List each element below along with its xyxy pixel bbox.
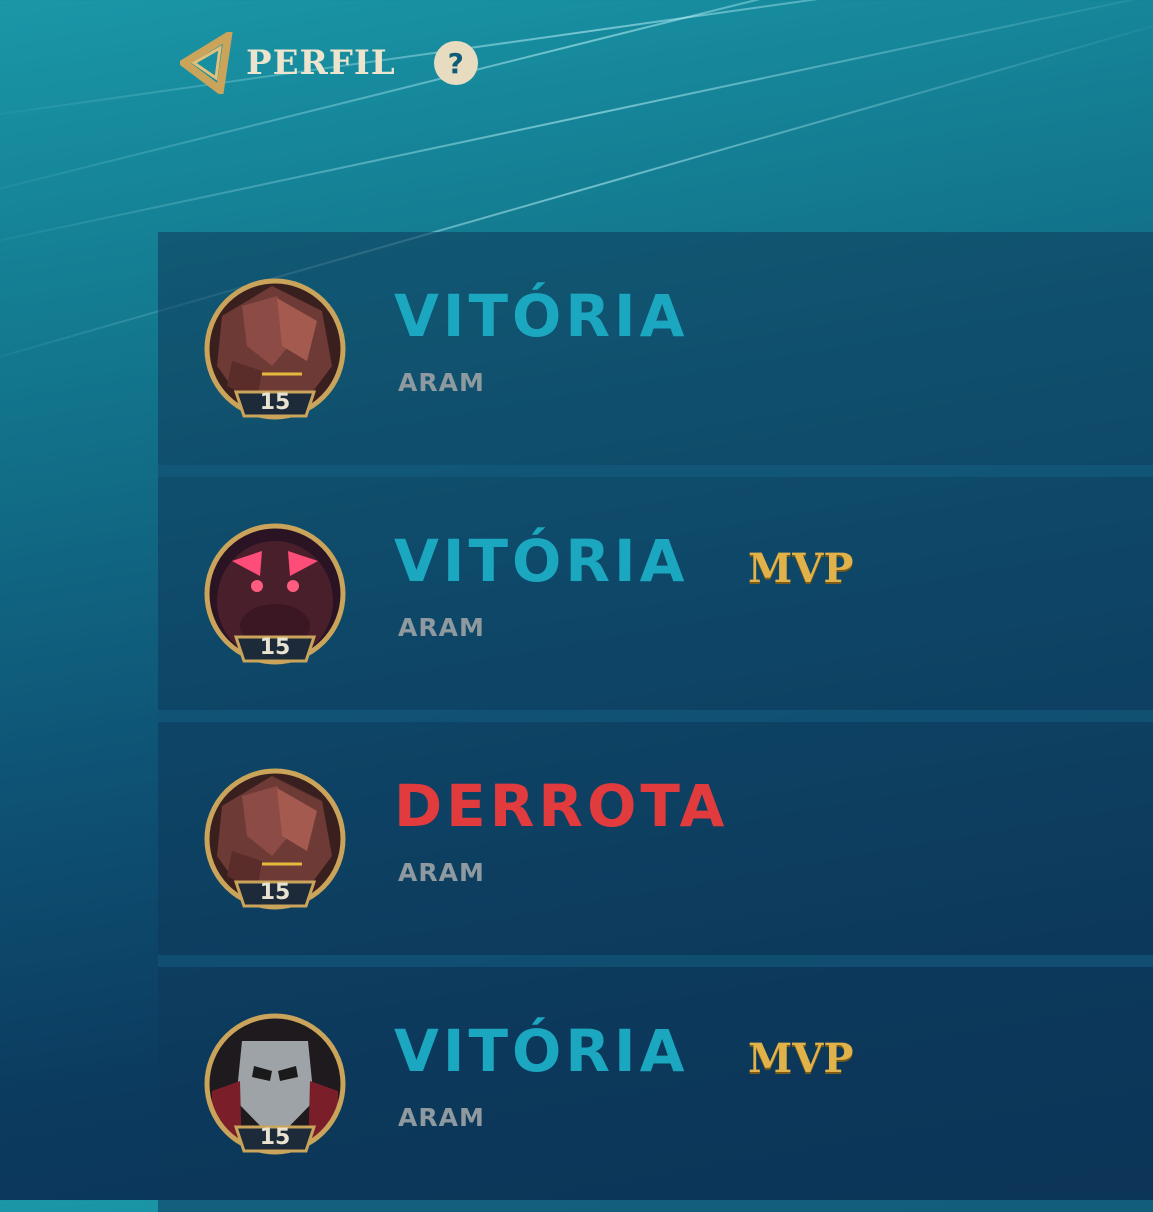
mvp-badge: MVP xyxy=(748,545,854,592)
match-result: VITÓRIA xyxy=(394,527,689,595)
match-row[interactable]: 15 VITÓRIA ARAM xyxy=(158,232,1153,477)
page-title: PERFIL xyxy=(246,43,396,83)
back-arrow-icon[interactable] xyxy=(180,32,238,94)
game-mode: ARAM xyxy=(398,613,485,642)
match-result: DERROTA xyxy=(394,772,729,840)
game-mode: ARAM xyxy=(398,858,485,887)
match-result: VITÓRIA xyxy=(394,1017,689,1085)
champion-level: 15 xyxy=(259,880,291,905)
background-streak xyxy=(0,0,1153,122)
mvp-badge: MVP xyxy=(748,1035,854,1082)
champion-level: 15 xyxy=(259,635,291,660)
header: PERFIL ? xyxy=(180,28,478,98)
champion-portrait-dark-beast-icon: 15 xyxy=(202,521,348,667)
game-mode: ARAM xyxy=(398,368,485,397)
champion-portrait-rock-icon: 15 xyxy=(202,766,348,912)
champion-level: 15 xyxy=(259,1125,291,1150)
champion-portrait-rock-icon: 15 xyxy=(202,276,348,422)
match-result: VITÓRIA xyxy=(394,282,689,350)
match-row[interactable]: 15 VITÓRIA ARAM MVP xyxy=(158,477,1153,722)
help-icon[interactable]: ? xyxy=(433,41,478,85)
game-mode: ARAM xyxy=(398,1103,485,1132)
match-row[interactable]: 15 VITÓRIA ARAM MVP xyxy=(158,967,1153,1212)
match-row[interactable]: 15 DERROTA ARAM xyxy=(158,722,1153,967)
background-streak xyxy=(0,0,1153,252)
champion-portrait-masked-icon: 15 xyxy=(202,1011,348,1157)
match-history-list: 15 VITÓRIA ARAM 15 VITÓRIA ARAM MVP 15 DERROTA… xyxy=(158,232,1153,1212)
champion-level: 15 xyxy=(259,390,291,415)
